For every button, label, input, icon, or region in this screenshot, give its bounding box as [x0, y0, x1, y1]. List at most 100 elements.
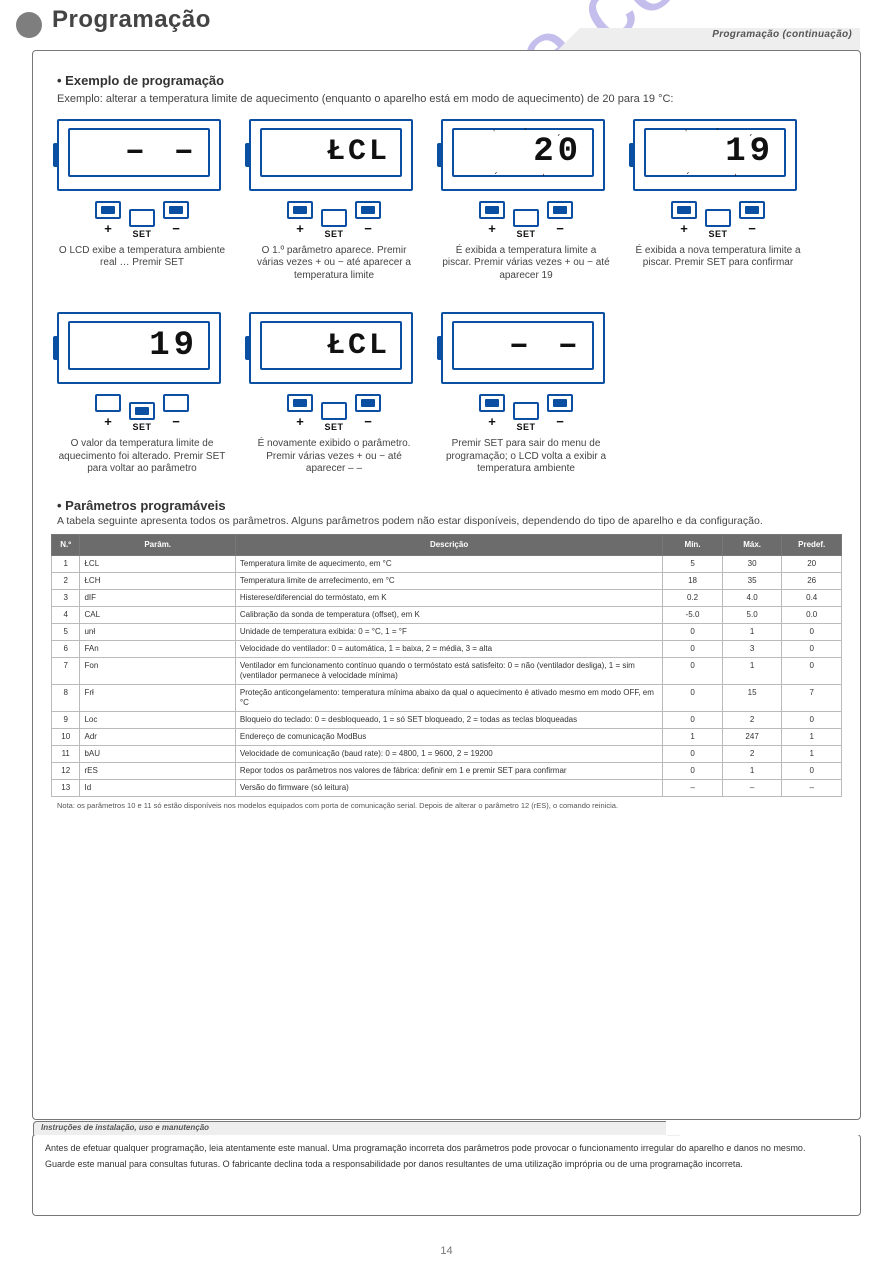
table-footnote: Nota: os parâmetros 10 e 11 só estão dis…: [57, 801, 836, 810]
table-cell: Endereço de comunicação ModBus: [235, 728, 662, 745]
set-label: SET: [516, 422, 535, 432]
table-cell: Calibração da sonda de temperatura (offs…: [235, 606, 662, 623]
set-button[interactable]: [513, 402, 539, 420]
table-cell: Bloqueio do teclado: 0 = desbloqueado, 1…: [235, 711, 662, 728]
table-cell: Repor todos os parâmetros nos valores de…: [235, 762, 662, 779]
panel-caption: O valor da temperatura limite de aquecim…: [57, 438, 227, 476]
panel-3: ′ ′ ′ ′ ′ 19 + SET − É exibida a nova te…: [633, 119, 803, 283]
minus-button[interactable]: [163, 394, 189, 412]
th-def: Predef.: [782, 535, 842, 555]
minus-icon: −: [172, 221, 180, 236]
minus-button[interactable]: [355, 394, 381, 412]
table-cell: 0.2: [663, 589, 723, 606]
table-cell: dIF: [80, 589, 235, 606]
table-cell: 1: [722, 623, 782, 640]
minus-icon: −: [172, 414, 180, 429]
table-head-row: N.º Parâm. Descrição Mín. Máx. Predef.: [52, 535, 842, 555]
button-row: + SET −: [57, 394, 227, 432]
table-cell: 20: [782, 555, 842, 572]
minus-button[interactable]: [739, 201, 765, 219]
table-cell: 1: [722, 657, 782, 684]
button-row: + SET −: [249, 201, 419, 239]
plus-icon: +: [296, 221, 304, 236]
table-cell: 8: [52, 684, 80, 711]
table-cell: 3: [52, 589, 80, 606]
lcd-display: ŁCL: [249, 119, 413, 191]
lcd-display: – –: [57, 119, 221, 191]
info-line-1: Antes de efetuar qualquer programação, l…: [45, 1143, 848, 1155]
table-cell: 4: [52, 606, 80, 623]
plus-button[interactable]: [671, 201, 697, 219]
lcd-value: ŁCL: [327, 137, 390, 167]
table-cell: Ventilador em funcionamento contínuo qua…: [235, 657, 662, 684]
panel-4: 19 + SET − O valor da temperatura limite…: [57, 312, 227, 476]
table-cell: 26: [782, 572, 842, 589]
page-title: Programação: [52, 6, 211, 34]
plus-button[interactable]: [95, 201, 121, 219]
lcd-value: 20: [533, 135, 582, 169]
minus-button[interactable]: [355, 201, 381, 219]
lcd-display: ′ ′ ′ ′ ′ 19: [633, 119, 797, 191]
table-cell: Temperatura limite de aquecimento, em °C: [235, 555, 662, 572]
set-button[interactable]: [321, 402, 347, 420]
table-cell: unł: [80, 623, 235, 640]
table-cell: –: [663, 779, 723, 796]
table-cell: Frł: [80, 684, 235, 711]
plus-button[interactable]: [479, 394, 505, 412]
minus-icon: −: [748, 221, 756, 236]
minus-button[interactable]: [547, 394, 573, 412]
table-cell: 5: [52, 623, 80, 640]
set-button[interactable]: [513, 209, 539, 227]
info-line-2: Guarde este manual para consultas futura…: [45, 1159, 848, 1171]
plus-button[interactable]: [479, 201, 505, 219]
table-row: 4CALCalibração da sonda de temperatura (…: [52, 606, 842, 623]
plus-button[interactable]: [287, 201, 313, 219]
button-row: + SET −: [249, 394, 419, 432]
button-row: + SET −: [633, 201, 803, 239]
table-cell: 4.0: [722, 589, 782, 606]
table-cell: ŁCL: [80, 555, 235, 572]
table-cell: –: [722, 779, 782, 796]
table-cell: bAU: [80, 745, 235, 762]
panel-caption: Premir SET para sair do menu de programa…: [441, 438, 611, 476]
table-cell: 13: [52, 779, 80, 796]
set-button[interactable]: [129, 209, 155, 227]
panel-caption: É novamente exibido o parâmetro. Premir …: [249, 438, 419, 476]
section-tab-label: Programação (continuação): [712, 29, 852, 40]
button-row: + SET −: [441, 201, 611, 239]
table-cell: FAn: [80, 640, 235, 657]
plus-icon: +: [104, 414, 112, 429]
set-label: SET: [324, 422, 343, 432]
info-box: Instruções de instalação, uso e manutenç…: [32, 1134, 861, 1216]
table-cell: 0: [782, 762, 842, 779]
table-cell: 0: [663, 684, 723, 711]
lcd-value: – –: [125, 135, 198, 169]
table-cell: 7: [782, 684, 842, 711]
table-cell: 1: [52, 555, 80, 572]
info-tab-label: Instruções de instalação, uso e manutenç…: [41, 1123, 209, 1133]
blink-icon: ′: [684, 127, 690, 137]
set-button[interactable]: [705, 209, 731, 227]
blink-icon: ′: [494, 166, 500, 176]
minus-button[interactable]: [547, 201, 573, 219]
set-button[interactable]: [129, 402, 155, 420]
panel-5: ŁCL + SET − É novamente exibido o parâme…: [249, 312, 419, 476]
table-cell: Proteção anticongelamento: temperatura m…: [235, 684, 662, 711]
th-n: N.º: [52, 535, 80, 555]
table-row: 11bAUVelocidade de comunicação (baud rat…: [52, 745, 842, 762]
table-cell: 0: [663, 657, 723, 684]
panel-2: ′ ′ ′ ′ ′ 20 + SET − É exibida a tempera…: [441, 119, 611, 283]
minus-icon: −: [364, 221, 372, 236]
table-cell: Fon: [80, 657, 235, 684]
table-cell: 1: [663, 728, 723, 745]
set-button[interactable]: [321, 209, 347, 227]
plus-button[interactable]: [287, 394, 313, 412]
minus-button[interactable]: [163, 201, 189, 219]
table-cell: -5.0: [663, 606, 723, 623]
set-label: SET: [516, 229, 535, 239]
table-cell: Velocidade do ventilador: 0 = automática…: [235, 640, 662, 657]
table-cell: 0: [782, 623, 842, 640]
panels-row-1: – – + SET − O LCD exibe a temperatura am…: [57, 119, 836, 283]
plus-button[interactable]: [95, 394, 121, 412]
set-label: SET: [132, 422, 151, 432]
